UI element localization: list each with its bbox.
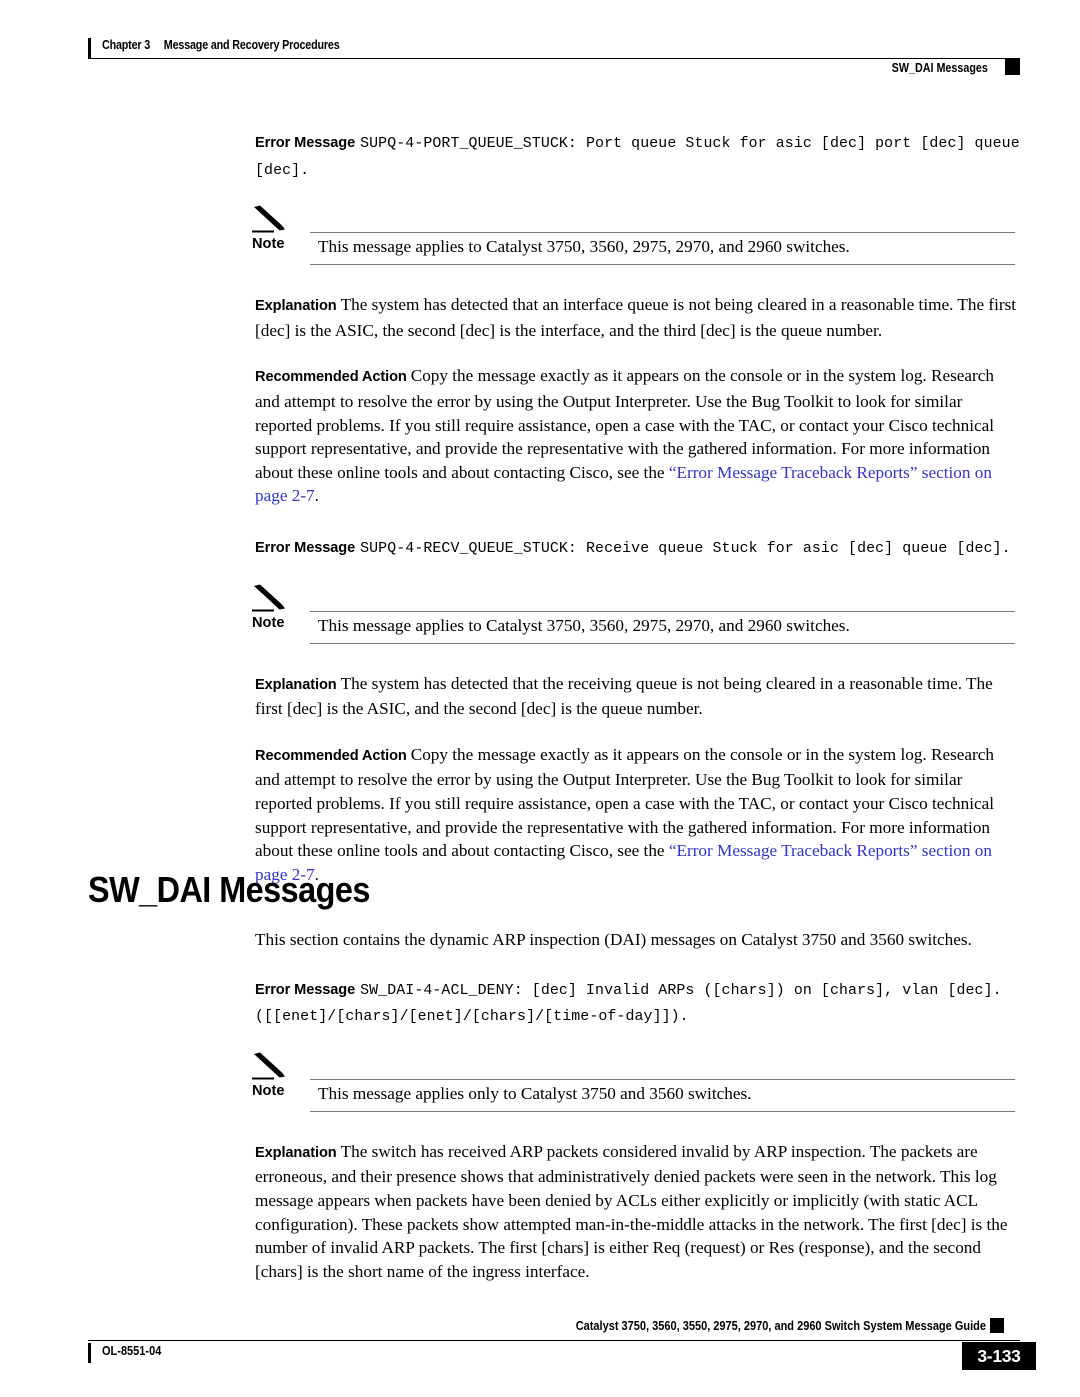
error-message-label: Error Message [255, 981, 356, 998]
explanation-label: Explanation [255, 676, 337, 693]
note-rule-top [310, 1078, 1015, 1080]
header-square-marker [1005, 59, 1020, 75]
explanation-label: Explanation [255, 298, 337, 315]
page-content: Error Message SUPQ-4-PORT_QUEUE_STUCK: Po… [252, 130, 1020, 887]
section-intro-text: This section contains the dynamic ARP in… [255, 930, 972, 949]
recommended-action-label: Recommended Action [255, 747, 407, 764]
note-text: This message applies only to Catalyst 37… [318, 1083, 752, 1103]
explanation-block: Explanation The system has detected that … [255, 672, 1020, 721]
page-title: SW_DAI Messages [88, 869, 370, 910]
error-message-label: Error Message [255, 539, 356, 556]
pencil-icon [252, 1052, 292, 1080]
error-message-block: Error Message SUPQ-4-RECV_QUEUE_STUCK: Re… [255, 535, 1020, 562]
page-header: Chapter 3 Message and Recovery Procedures… [88, 33, 1020, 79]
explanation-block: Explanation The system has detected that … [255, 293, 1020, 342]
note-rule-bottom [310, 1110, 1015, 1112]
pencil-icon [252, 584, 292, 612]
error-message-syntax: SW_DAI-4-ACL_DENY: [dec] Invalid ARPs ([… [255, 982, 1002, 1026]
explanation-block: Explanation The switch has received ARP p… [255, 1140, 1020, 1284]
explanation-text: The system has detected that the receivi… [255, 673, 993, 719]
header-left-marker [88, 38, 91, 58]
error-message-syntax: SUPQ-4-RECV_QUEUE_STUCK: Receive queue S… [360, 540, 1011, 557]
note-label: Note [252, 614, 285, 631]
note-rule-bottom [310, 264, 1015, 266]
explanation-text: The system has detected that an interfac… [255, 295, 1017, 340]
header-rule [88, 58, 1020, 60]
note-label: Note [252, 236, 285, 253]
error-message-label: Error Message [255, 135, 356, 151]
header-chapter-title: Message and Recovery Procedures [163, 38, 340, 52]
footer-rule [88, 1340, 1020, 1342]
page-content-lower: This section contains the dynamic ARP in… [252, 928, 1020, 1284]
recommended-action-block: Recommended Action Copy the message exact… [255, 364, 1020, 508]
footer-document-id: OL-8551-04 [102, 1344, 162, 1358]
note-block: Note This message applies to Catalyst 37… [252, 584, 1020, 646]
footer-square-marker [990, 1318, 1004, 1333]
note-block: Note This message applies to Catalyst 37… [252, 205, 1020, 267]
note-rule-top [310, 232, 1015, 234]
note-text: This message applies to Catalyst 3750, 3… [318, 237, 850, 257]
page-number: 3-133 [962, 1342, 1036, 1370]
recommended-action-tail: . [314, 486, 319, 506]
note-rule-bottom [310, 642, 1015, 644]
footer-left-marker [88, 1343, 91, 1363]
header-chapter-number: Chapter 3 [102, 38, 151, 52]
footer-guide-title: Catalyst 3750, 3560, 3550, 2975, 2970, a… [575, 1319, 986, 1333]
error-message-block: Error Message SUPQ-4-PORT_QUEUE_STUCK: Po… [255, 130, 1020, 183]
explanation-label: Explanation [255, 1144, 337, 1161]
recommended-action-label: Recommended Action [255, 369, 407, 386]
error-message-syntax: SUPQ-4-PORT_QUEUE_STUCK: Port queue Stuc… [255, 136, 1020, 179]
note-text: This message applies to Catalyst 3750, 3… [318, 615, 850, 635]
note-rule-top [310, 610, 1015, 612]
header-running-head: SW_DAI Messages [891, 61, 988, 75]
error-message-block: Error Message SW_DAI-4-ACL_DENY: [dec] In… [255, 977, 1020, 1030]
document-page: Chapter 3 Message and Recovery Procedures… [0, 0, 1080, 1397]
pencil-icon [252, 205, 292, 233]
recommended-action-block: Recommended Action Copy the message exact… [255, 743, 1020, 887]
header-chapter-info: Chapter 3 Message and Recovery Procedures [102, 38, 340, 52]
explanation-text: The switch has received ARP packets cons… [255, 1141, 1008, 1281]
note-block: Note This message applies only to Cataly… [252, 1052, 1020, 1114]
page-footer: Catalyst 3750, 3560, 3550, 2975, 2970, a… [88, 1313, 1036, 1373]
note-label: Note [252, 1082, 285, 1099]
